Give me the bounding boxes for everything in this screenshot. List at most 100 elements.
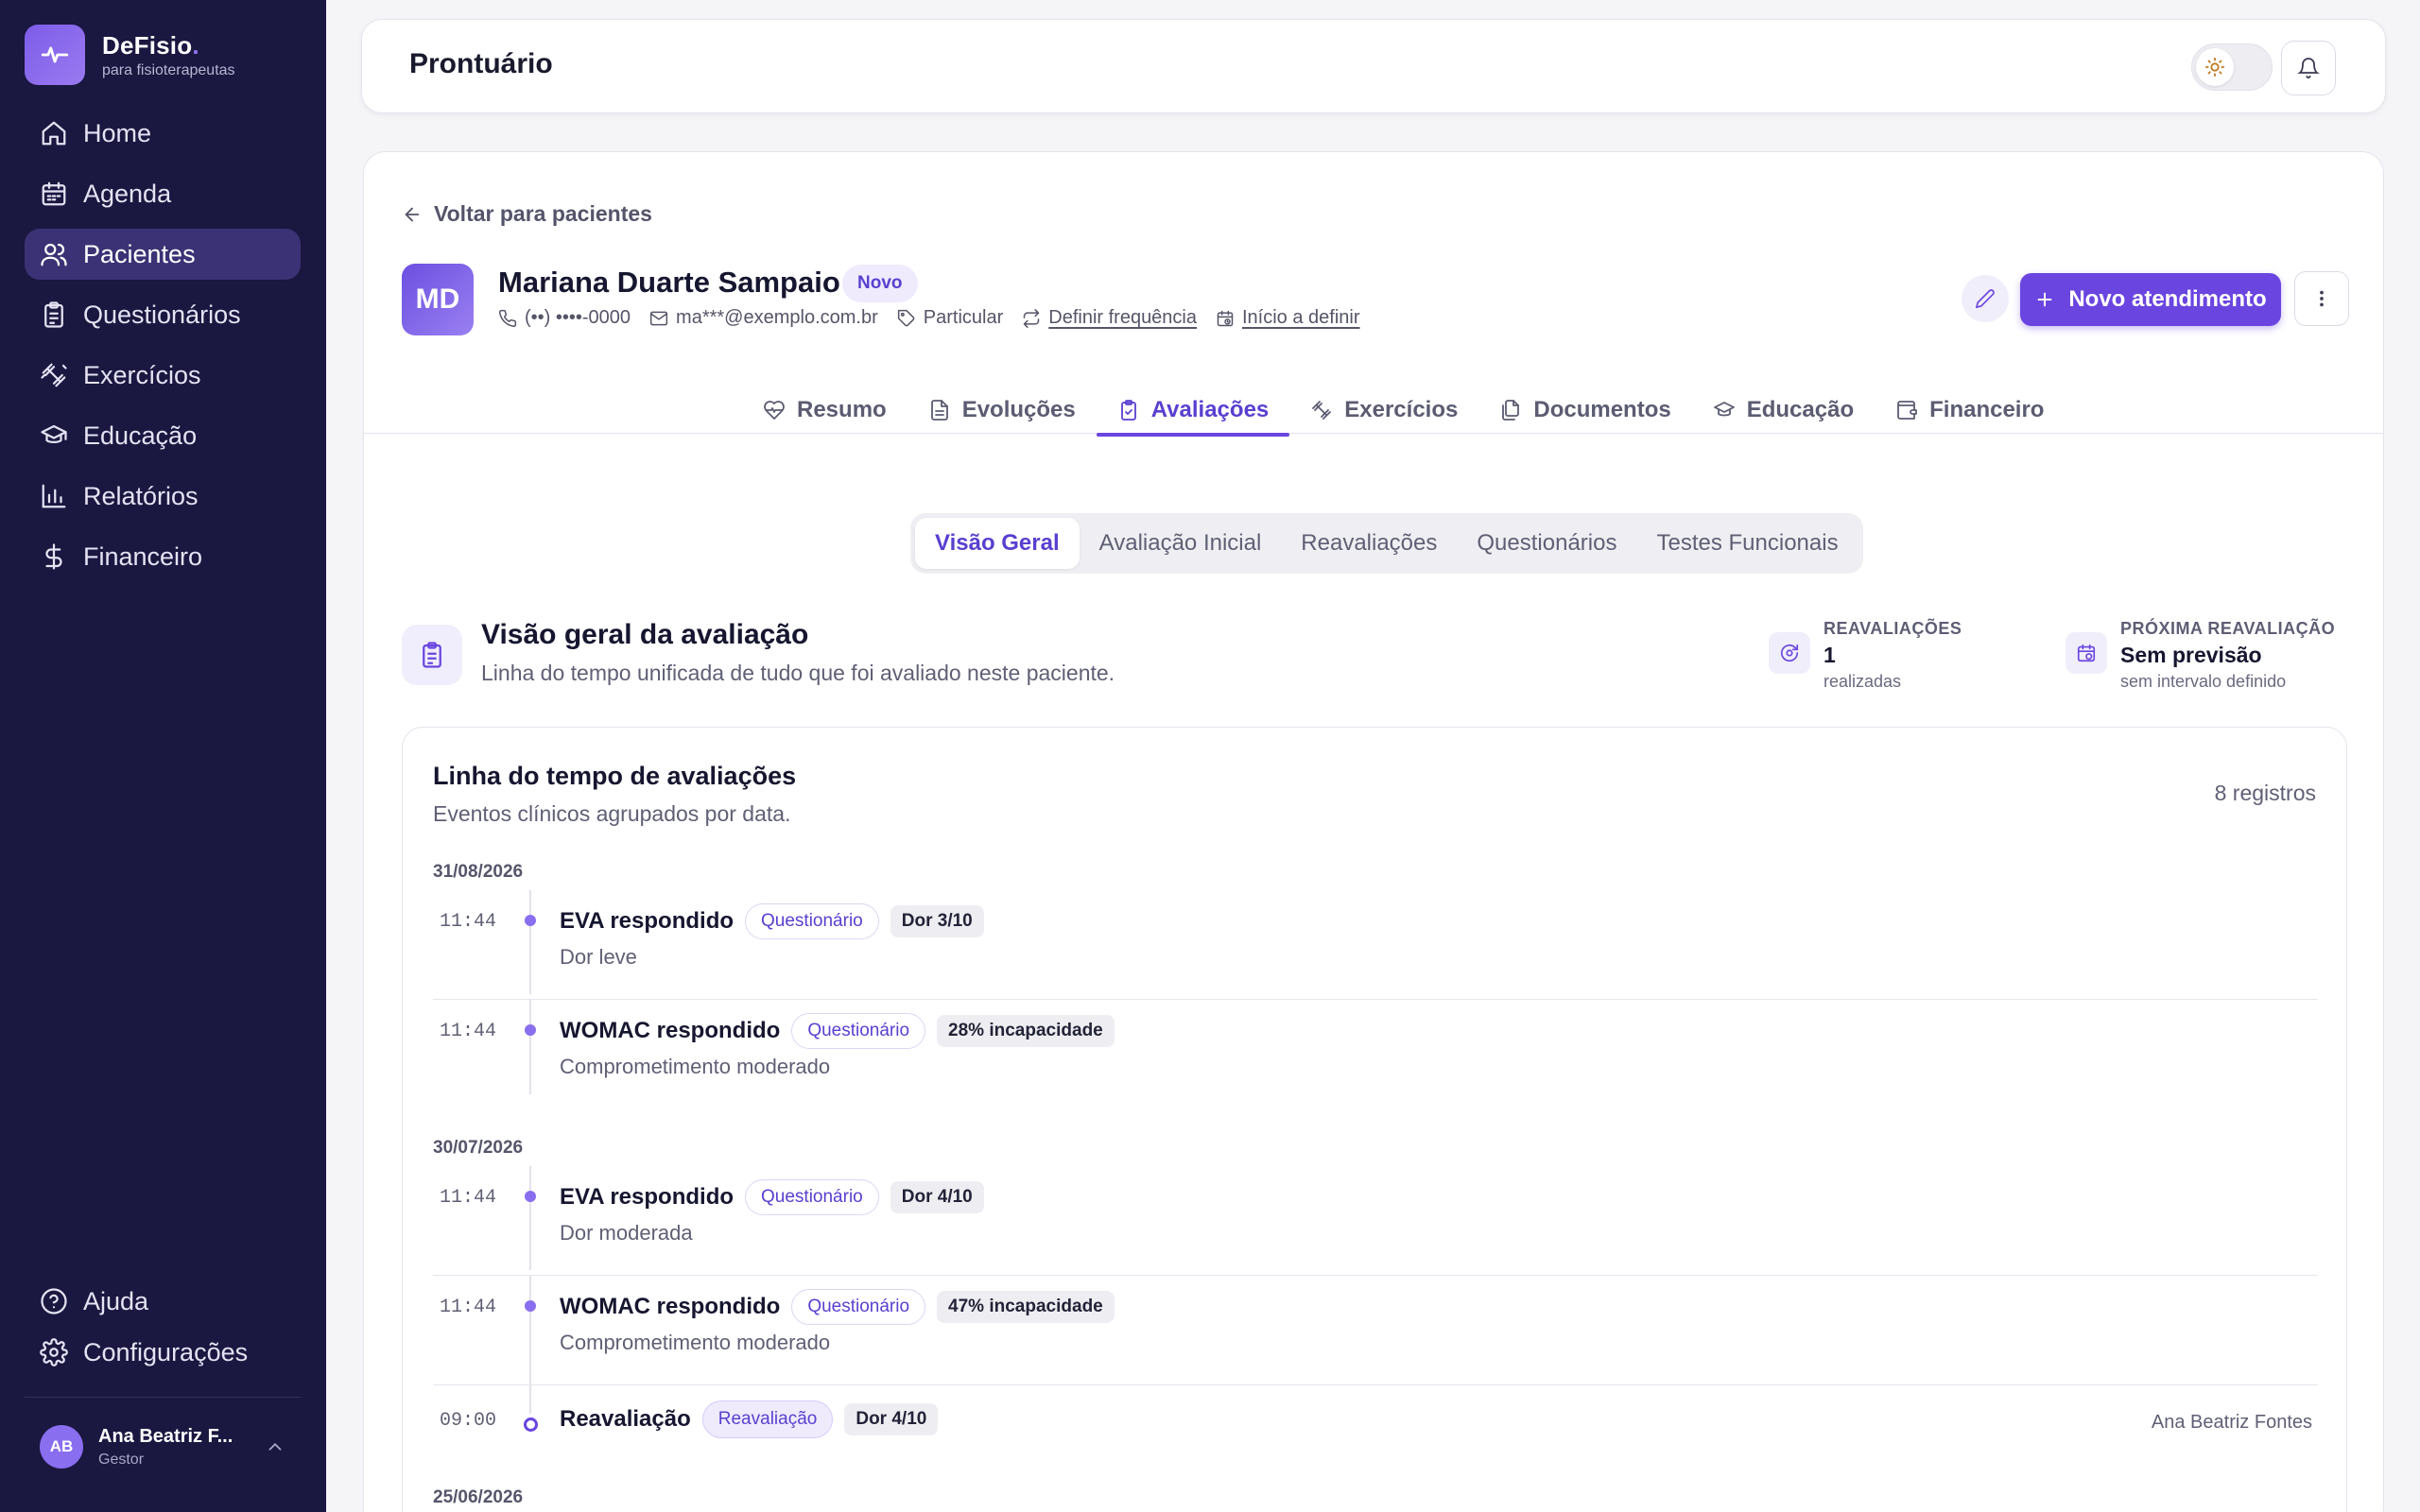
sidebar-item-exercicios[interactable]: Exercícios (25, 350, 301, 401)
sidebar-item-label: Pacientes (83, 239, 196, 268)
tab-educacao[interactable]: Educação (1692, 387, 1875, 434)
back-link-label: Voltar para pacientes (434, 201, 652, 226)
sidebar-item-label: Relatórios (83, 481, 199, 510)
subtab-reavaliacoes[interactable]: Reavaliações (1281, 518, 1457, 569)
more-options-button[interactable] (2294, 271, 2349, 326)
timeline-entry[interactable]: 11:44 WOMAC respondido Questionário 47% … (433, 1276, 2318, 1384)
timeline-date: 31/08/2026 (433, 862, 524, 882)
brand[interactable]: DeFisio. para fisioterapeutas (25, 25, 235, 85)
record-tabs: Resumo Evoluções Avaliações Exercícios D… (364, 387, 2383, 437)
timeline-dot (525, 1191, 536, 1202)
sidebar-item-relatorios[interactable]: Relatórios (25, 471, 301, 522)
timeline-entry[interactable]: 09:00 Reavaliação Reavaliação Dor 4/10 A… (433, 1385, 2318, 1461)
mail-icon (649, 311, 668, 325)
brand-subtitle: para fisioterapeutas (102, 61, 235, 78)
back-to-patients-link[interactable]: Voltar para pacientes (402, 201, 652, 227)
sidebar-item-label: Ajuda (83, 1286, 149, 1315)
type-chip: Questionário (791, 1013, 926, 1049)
user-menu[interactable]: AB Ana Beatriz F... Gestor (25, 1425, 301, 1469)
topbar: Prontuário (361, 19, 2386, 113)
timeline-entry[interactable]: 11:44 WOMAC respondido Questionário 28% … (433, 1000, 2318, 1094)
sidebar-item-questionarios[interactable]: Questionários (25, 289, 301, 340)
wallet-icon (1897, 401, 1918, 420)
patient-record-card: Voltar para pacientes MD Mariana Duarte … (363, 151, 2384, 1512)
value-chip: Dor 3/10 (890, 905, 984, 937)
define-start-link[interactable]: Início a definir (1216, 307, 1360, 329)
chevron-up-icon (268, 1442, 282, 1451)
entry-author: Ana Beatriz Fontes (2151, 1412, 2312, 1433)
pulse-logo-icon (25, 25, 85, 85)
subtab-avaliacao-inicial[interactable]: Avaliação Inicial (1080, 518, 1282, 569)
sidebar-item-configuracoes[interactable]: Configurações (25, 1327, 301, 1378)
sidebar-nav: Home Agenda Pacientes Questionários Exer… (25, 108, 301, 592)
status-badge: Novo (842, 265, 918, 302)
dollar-icon (45, 543, 62, 570)
subtab-visao-geral[interactable]: Visão Geral (915, 518, 1080, 569)
timeline-entry[interactable]: 11:44 EVA respondido Questionário Dor 4/… (433, 1166, 2318, 1270)
tab-evolucoes[interactable]: Evoluções (908, 387, 1097, 434)
define-frequency-link[interactable]: Definir frequência (1022, 307, 1197, 329)
value-chip: 28% incapacidade (937, 1015, 1115, 1047)
sidebar-item-educacao[interactable]: Educação (25, 410, 301, 461)
sidebar-item-home[interactable]: Home (25, 108, 301, 159)
patient-name: Mariana Duarte Sampaio (498, 266, 840, 299)
help-circle-icon (41, 1288, 67, 1314)
overview-subtitle: Linha do tempo unificada de tudo que foi… (481, 661, 1115, 685)
overview-title: Visão geral da avaliação (481, 619, 809, 650)
tab-avaliacoes[interactable]: Avaliações (1096, 387, 1290, 437)
page-title: Prontuário (409, 48, 553, 79)
timeline-date: 30/07/2026 (433, 1138, 524, 1158)
timeline-entry[interactable]: 11:44 EVA respondido Questionário Dor 3/… (433, 890, 2318, 994)
sun-icon (2196, 48, 2234, 86)
sidebar-item-label: Home (83, 118, 152, 147)
subtab-questionarios[interactable]: Questionários (1457, 518, 1636, 569)
tab-financeiro[interactable]: Financeiro (1875, 387, 2065, 434)
repeat-icon (1024, 308, 1040, 328)
assessment-subtabs: Visão Geral Avaliação Inicial Reavaliaçõ… (910, 513, 1863, 574)
sidebar-item-label: Financeiro (83, 541, 203, 571)
patient-plan: Particular (897, 307, 1003, 329)
phone-icon (499, 309, 517, 327)
patient-meta: (••) ••••-0000 ma***@exemplo.com.br Part… (498, 307, 1360, 329)
value-chip: 47% incapacidade (937, 1291, 1115, 1323)
file-text-icon (930, 400, 948, 421)
pencil-icon (1976, 289, 1995, 308)
files-icon (1502, 400, 1520, 421)
sidebar-item-label: Exercícios (83, 360, 201, 389)
theme-toggle[interactable] (2191, 43, 2273, 91)
patient-email: ma***@exemplo.com.br (649, 307, 878, 329)
tab-resumo[interactable]: Resumo (742, 387, 908, 434)
notifications-button[interactable] (2281, 41, 2336, 95)
sidebar-item-pacientes[interactable]: Pacientes (25, 229, 301, 280)
gear-icon (40, 1338, 68, 1366)
tab-documentos[interactable]: Documentos (1478, 387, 1691, 434)
timeline-dot (525, 915, 536, 926)
value-chip: Dor 4/10 (890, 1181, 984, 1213)
new-appointment-button[interactable]: Novo atendimento (2020, 273, 2281, 326)
sidebar-item-financeiro[interactable]: Financeiro (25, 531, 301, 582)
sidebar-item-ajuda[interactable]: Ajuda (25, 1276, 301, 1327)
calendar-clock-icon (1217, 310, 1234, 326)
timeline-count: 8 registros (2214, 781, 2316, 805)
edit-patient-button[interactable] (1962, 275, 2009, 322)
heart-pulse-icon (764, 401, 785, 420)
calendar-clock-icon (2066, 632, 2107, 674)
sidebar-item-label: Educação (83, 421, 198, 450)
tab-exercicios[interactable]: Exercícios (1289, 387, 1478, 434)
sidebar-bottom-nav: Ajuda Configurações (25, 1276, 301, 1387)
timeline-subtitle: Eventos clínicos agrupados por data. (433, 801, 791, 826)
more-vertical-icon (2320, 290, 2324, 307)
dumbbell-icon (41, 363, 67, 387)
stat-reevaluations: REAVALIAÇÕES 1 realizadas (1769, 619, 1962, 692)
type-chip: Questionário (791, 1289, 926, 1325)
timeline-dot (524, 1418, 538, 1432)
type-chip: Questionário (745, 1179, 879, 1215)
user-role: Gestor (98, 1451, 145, 1468)
clipboard-check-icon (1120, 400, 1136, 421)
stat-next-reevaluation: PRÓXIMA REAVALIAÇÃO Sem previsão sem int… (2066, 619, 2335, 692)
brand-name: DeFisio. (102, 30, 199, 60)
sidebar-divider (25, 1397, 301, 1398)
value-chip: Dor 4/10 (844, 1403, 939, 1435)
sidebar-item-agenda[interactable]: Agenda (25, 168, 301, 219)
subtab-testes-funcionais[interactable]: Testes Funcionais (1636, 518, 1858, 569)
